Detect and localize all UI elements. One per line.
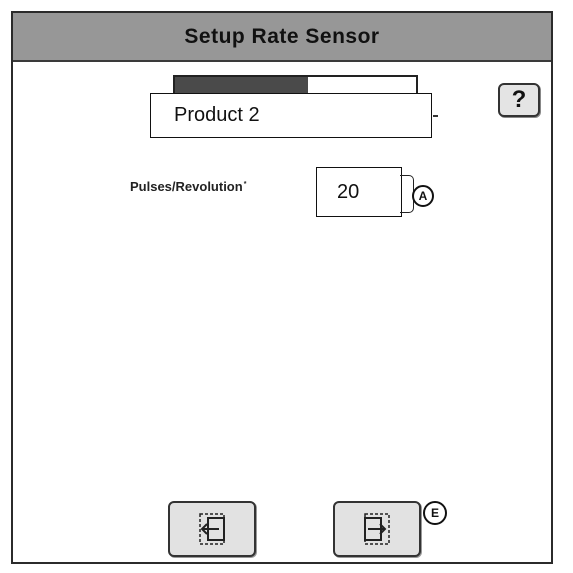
product-select-field[interactable]: Product 2 <box>150 93 432 138</box>
product-tab-strip[interactable] <box>173 75 418 93</box>
title-bar: Setup Rate Sensor <box>13 13 551 62</box>
exit-left-icon <box>199 513 225 545</box>
help-icon: ? <box>511 86 527 113</box>
callout-marker-a: A <box>412 185 434 207</box>
enter-right-icon <box>364 513 390 545</box>
callout-marker-e: E <box>423 501 447 525</box>
tab-active-segment[interactable] <box>175 77 308 93</box>
tab-inactive-segment[interactable] <box>307 77 416 93</box>
setup-rate-sensor-window: Setup Rate Sensor Product 2 ? Pulses/Rev… <box>11 11 553 564</box>
pulses-revolution-asterisk: * <box>243 180 247 188</box>
page-title: Setup Rate Sensor <box>184 24 380 48</box>
back-button[interactable] <box>168 501 256 557</box>
pulses-revolution-label-text: Pulses/Revolution <box>130 179 243 194</box>
next-button[interactable] <box>333 501 421 557</box>
pulses-revolution-input[interactable]: 20 <box>316 167 402 217</box>
help-button[interactable]: ? <box>498 83 540 117</box>
product-field-tick <box>433 115 438 117</box>
pulses-revolution-value: 20 <box>337 180 360 203</box>
pulses-revolution-label: Pulses/Revolution* <box>130 179 246 194</box>
product-select-value: Product 2 <box>174 104 260 126</box>
